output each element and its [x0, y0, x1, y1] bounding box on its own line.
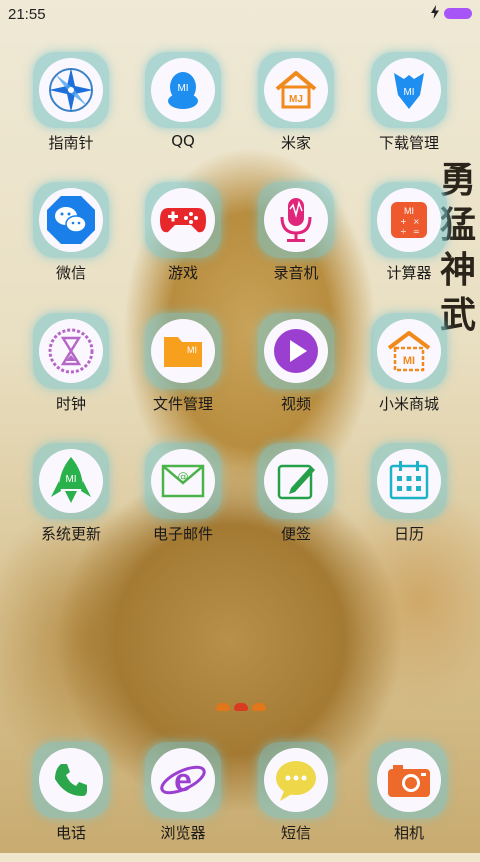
- rocket-update-icon: MI: [39, 449, 103, 513]
- svg-text:+: +: [400, 217, 407, 226]
- calculator-icon: MI + × ÷ =: [377, 188, 441, 252]
- dock-phone[interactable]: 电话: [15, 742, 127, 862]
- app-label: 时钟: [55, 395, 86, 413]
- envelope-icon: @: [151, 449, 215, 513]
- app-clock[interactable]: 时钟: [15, 313, 127, 433]
- mi-store-icon: MI: [377, 319, 441, 383]
- app-calendar[interactable]: 日历: [353, 443, 465, 563]
- dock-browser[interactable]: e 浏览器: [127, 742, 239, 862]
- status-time: 21:55: [8, 6, 46, 23]
- message-bubble-icon: [264, 748, 328, 812]
- mijia-house-icon: MJ: [264, 58, 328, 122]
- app-label: QQ: [171, 132, 195, 150]
- hourglass-clock-icon: [39, 319, 103, 383]
- svg-text:÷: ÷: [400, 227, 407, 236]
- app-video[interactable]: 视频: [240, 313, 352, 433]
- dock-messages[interactable]: 短信: [240, 742, 352, 862]
- gamepad-icon: [151, 188, 215, 252]
- app-label: 日历: [393, 525, 424, 543]
- page-dot-active[interactable]: [234, 703, 248, 711]
- app-wechat[interactable]: 微信: [15, 182, 127, 302]
- svg-text:=: =: [413, 227, 420, 236]
- app-label: 小米商城: [378, 395, 439, 413]
- folder-icon: MI: [151, 319, 215, 383]
- app-download-manager[interactable]: MI 下载管理: [353, 52, 465, 172]
- svg-text:MI: MI: [177, 83, 188, 94]
- app-calculator[interactable]: MI + × ÷ = 计算器: [353, 182, 465, 302]
- app-label: 下载管理: [378, 134, 439, 152]
- app-label: 游戏: [167, 264, 198, 282]
- phone-icon: [39, 748, 103, 812]
- app-label: 电话: [55, 824, 86, 842]
- svg-text:e: e: [174, 762, 192, 798]
- qq-penguin-icon: MI: [151, 58, 215, 122]
- svg-text:MI: MI: [404, 206, 414, 216]
- app-compass[interactable]: 指南针: [15, 52, 127, 172]
- browser-e-icon: e: [151, 748, 215, 812]
- app-label: 指南针: [48, 134, 94, 152]
- svg-text:MI: MI: [65, 474, 76, 485]
- app-games[interactable]: 游戏: [127, 182, 239, 302]
- app-notes[interactable]: 便签: [240, 443, 352, 563]
- app-recorder[interactable]: 录音机: [240, 182, 352, 302]
- app-email[interactable]: @ 电子邮件: [127, 443, 239, 563]
- wechat-icon: [39, 188, 103, 252]
- app-label: 系统更新: [40, 525, 101, 543]
- app-system-update[interactable]: MI 系统更新: [15, 443, 127, 563]
- svg-text:MJ: MJ: [289, 94, 303, 105]
- microphone-icon: [264, 188, 328, 252]
- app-label: 便签: [280, 525, 311, 543]
- app-label: 录音机: [273, 264, 319, 282]
- dock-camera[interactable]: 相机: [353, 742, 465, 862]
- download-manager-icon: MI: [377, 58, 441, 122]
- svg-text:×: ×: [413, 217, 420, 226]
- app-file-manager[interactable]: MI 文件管理: [127, 313, 239, 433]
- svg-text:MI: MI: [403, 355, 415, 367]
- compass-icon: [39, 58, 103, 122]
- app-qq[interactable]: MI QQ: [127, 52, 239, 172]
- lightning-icon: [430, 5, 440, 22]
- app-label: 浏览器: [160, 824, 206, 842]
- app-label: 文件管理: [152, 395, 213, 413]
- app-label: 米家: [280, 134, 311, 152]
- page-indicator[interactable]: [214, 700, 268, 714]
- page-dot[interactable]: [216, 703, 230, 711]
- app-mijia[interactable]: MJ 米家: [240, 52, 352, 172]
- calendar-icon: [377, 449, 441, 513]
- battery-icon: [444, 8, 472, 19]
- app-label: 相机: [393, 824, 424, 842]
- play-icon: [264, 319, 328, 383]
- svg-text:@: @: [178, 470, 189, 483]
- app-mi-store[interactable]: MI 小米商城: [353, 313, 465, 433]
- notes-pen-icon: [264, 449, 328, 513]
- camera-icon: [377, 748, 441, 812]
- app-label: 计算器: [386, 264, 432, 282]
- status-bar: 21:55: [0, 0, 480, 28]
- svg-text:MI: MI: [403, 87, 414, 98]
- app-label: 短信: [280, 824, 311, 842]
- app-label: 微信: [55, 264, 86, 282]
- page-dot[interactable]: [252, 703, 266, 711]
- app-label: 视频: [280, 395, 311, 413]
- svg-text:MI: MI: [187, 345, 197, 355]
- app-label: 电子邮件: [152, 525, 213, 543]
